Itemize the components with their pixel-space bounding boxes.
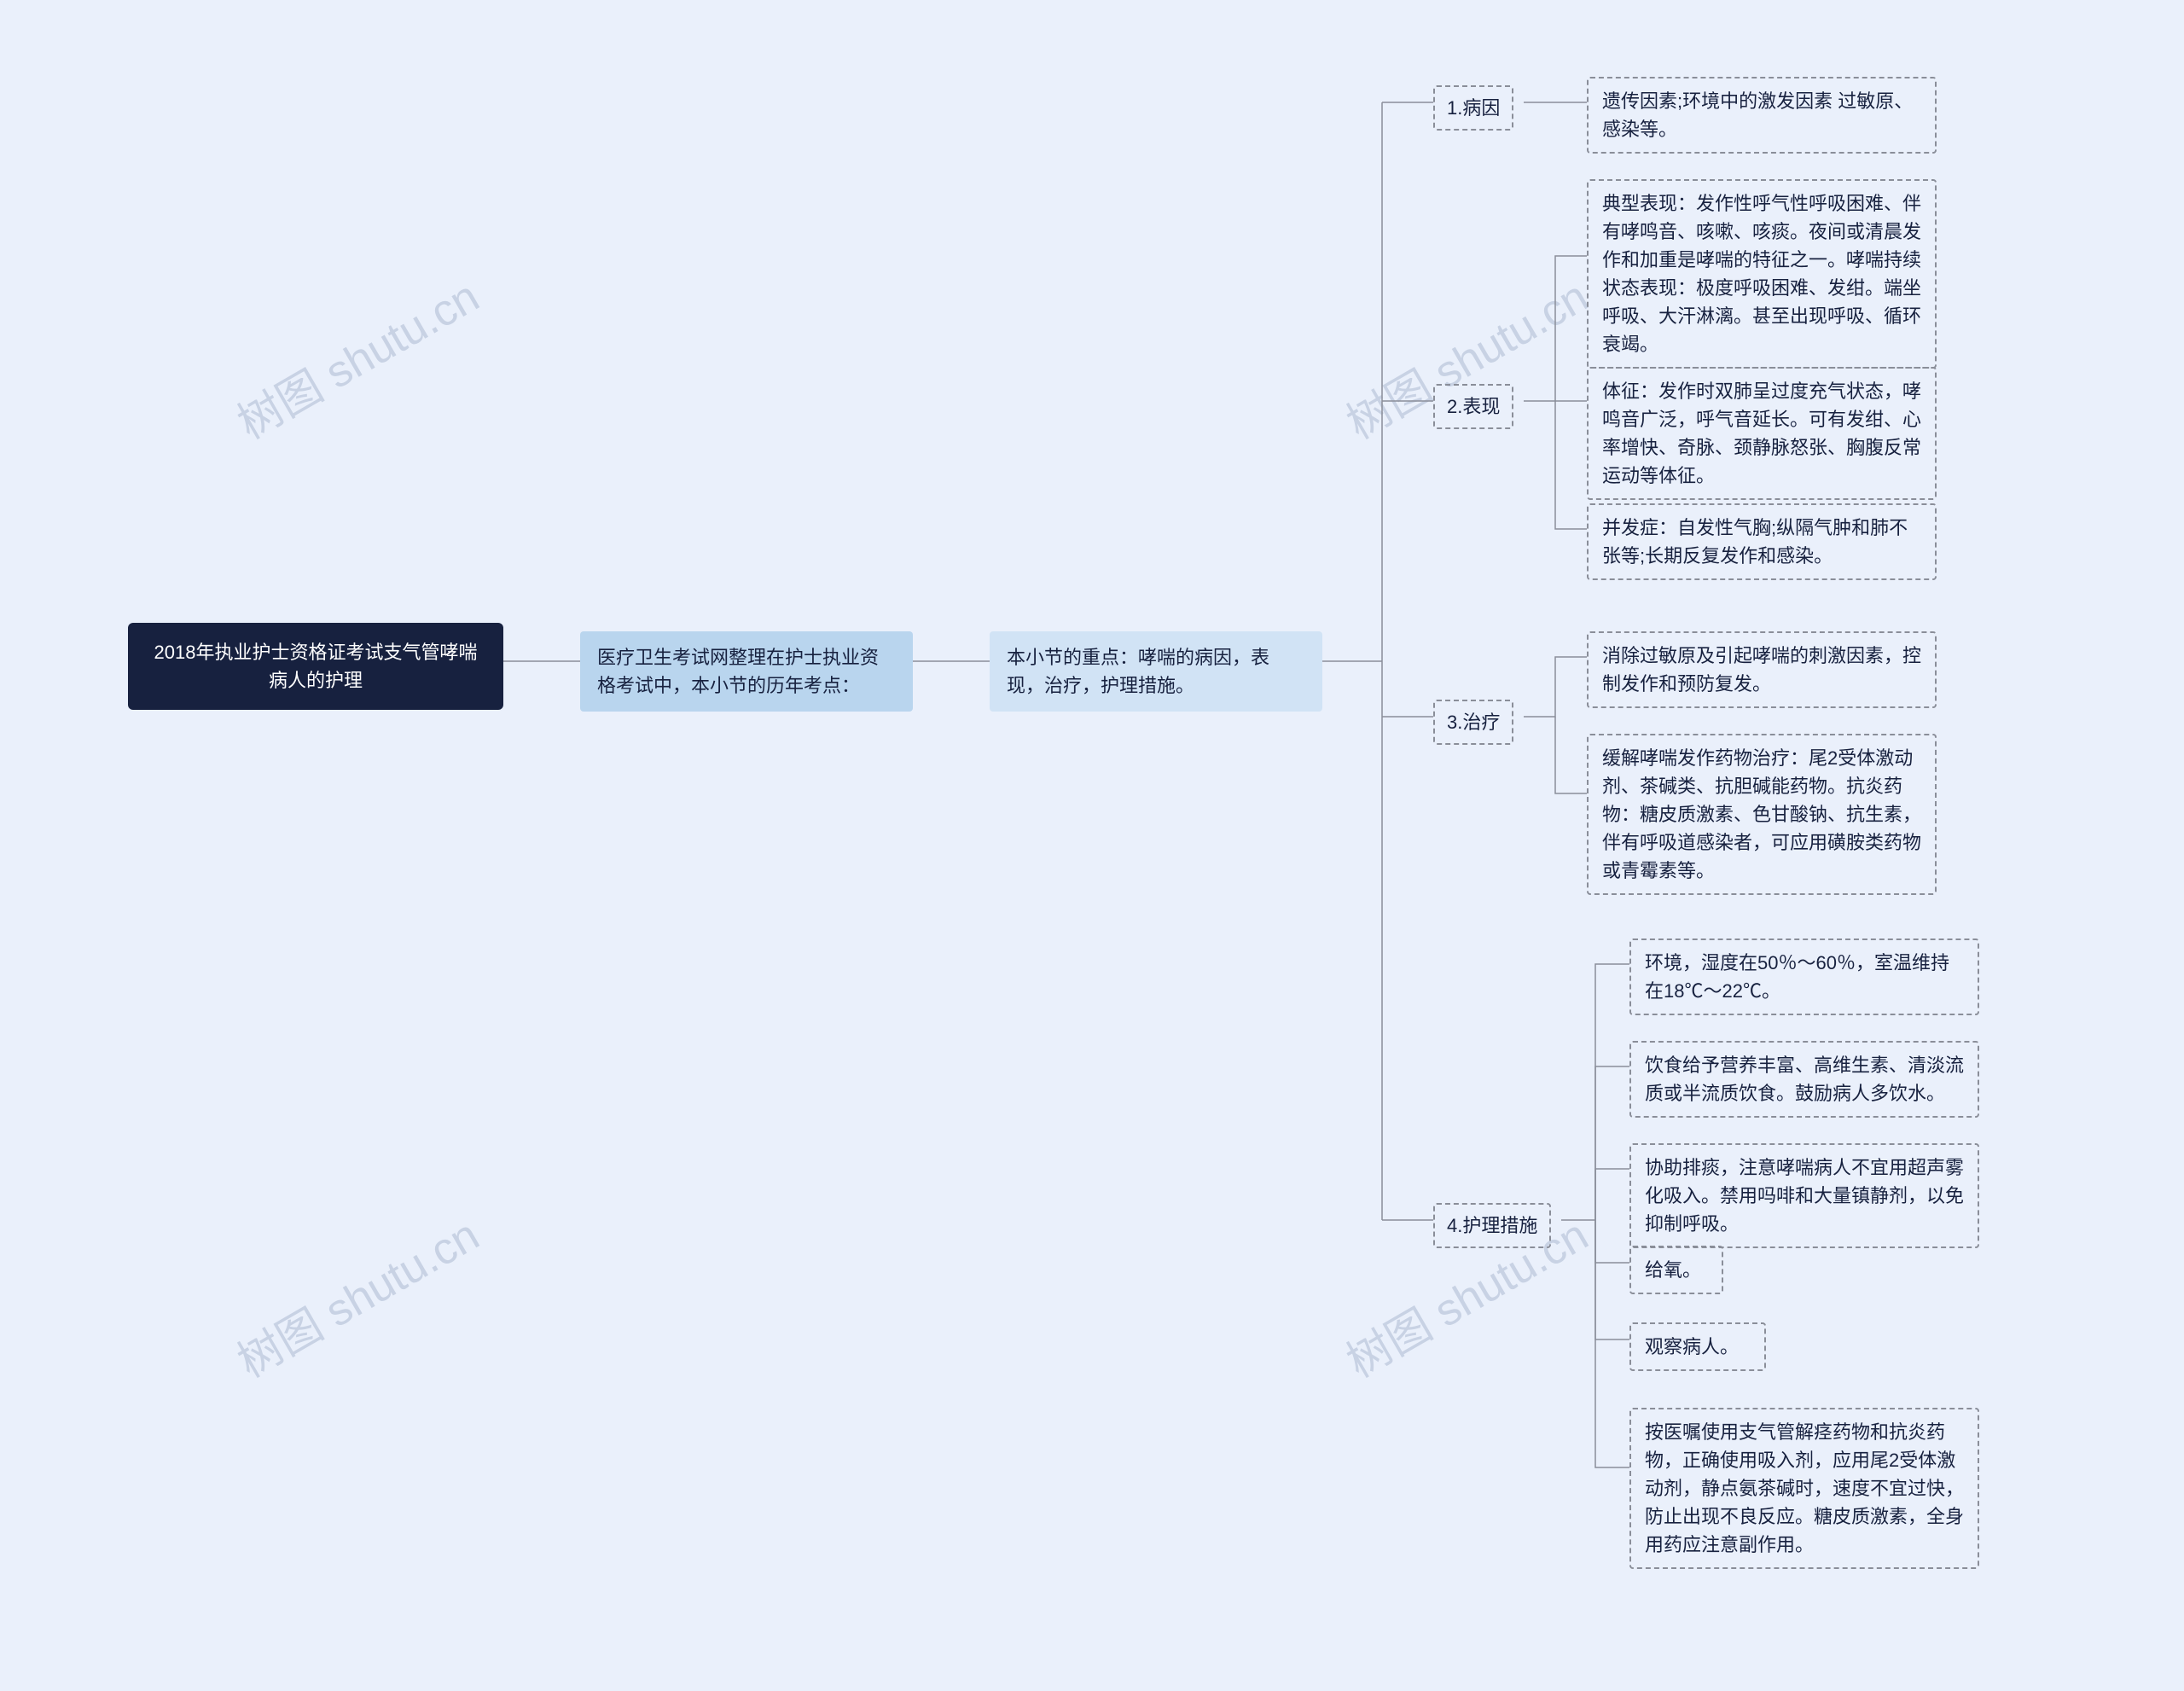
node-intro[interactable]: 医疗卫生考试网整理在护士执业资格考试中，本小节的历年考点： xyxy=(580,631,913,712)
root-title: 2018年执业护士资格证考试支气管哮喘病人的护理 xyxy=(154,642,478,691)
leaf-text: 并发症：自发性气胸;纵隔气肿和肺不张等;长期反复发作和感染。 xyxy=(1602,517,1908,567)
section-nursing[interactable]: 4.护理措施 xyxy=(1433,1203,1551,1248)
leaf-s3-1[interactable]: 缓解哮喘发作药物治疗：尾2受体激动剂、茶碱类、抗胆碱能药物。抗炎药物：糖皮质激素… xyxy=(1587,734,1937,895)
node-intro-text: 医疗卫生考试网整理在护士执业资格考试中，本小节的历年考点： xyxy=(597,647,879,696)
section-treatment-label: 3.治疗 xyxy=(1447,712,1500,733)
leaf-text: 体征：发作时双肺呈过度充气状态，哮鸣音广泛，呼气音延长。可有发绀、心率增快、奇脉… xyxy=(1602,381,1921,486)
leaf-s4-5[interactable]: 按医嘱使用支气管解痉药物和抗炎药物，正确使用吸入剂，应用尾2受体激动剂，静点氨茶… xyxy=(1629,1408,1979,1569)
section-cause-label: 1.病因 xyxy=(1447,97,1500,119)
leaf-s4-3[interactable]: 给氧。 xyxy=(1629,1246,1723,1294)
section-manifest-label: 2.表现 xyxy=(1447,396,1500,417)
leaf-text: 消除过敏原及引起哮喘的刺激因素，控制发作和预防复发。 xyxy=(1602,645,1921,694)
leaf-s4-2[interactable]: 协助排痰，注意哮喘病人不宜用超声雾化吸入。禁用吗啡和大量镇静剂，以免抑制呼吸。 xyxy=(1629,1143,1979,1248)
leaf-text: 饮食给予营养丰富、高维生素、清淡流质或半流质饮食。鼓励病人多饮水。 xyxy=(1645,1055,1964,1104)
section-cause[interactable]: 1.病因 xyxy=(1433,85,1513,131)
leaf-text: 环境，湿度在50％～60％，室温维持在18℃～22℃。 xyxy=(1645,952,1949,1002)
section-nursing-label: 4.护理措施 xyxy=(1447,1215,1537,1236)
leaf-text: 协助排痰，注意哮喘病人不宜用超声雾化吸入。禁用吗啡和大量镇静剂，以免抑制呼吸。 xyxy=(1645,1157,1964,1235)
leaf-text: 典型表现：发作性呼气性呼吸困难、伴有哮鸣音、咳嗽、咳痰。夜间或清晨发作和加重是哮… xyxy=(1602,193,1921,355)
section-treatment[interactable]: 3.治疗 xyxy=(1433,700,1513,745)
leaf-s2-0[interactable]: 典型表现：发作性呼气性呼吸困难、伴有哮鸣音、咳嗽、咳痰。夜间或清晨发作和加重是哮… xyxy=(1587,179,1937,369)
leaf-s2-1[interactable]: 体征：发作时双肺呈过度充气状态，哮鸣音广泛，呼气音延长。可有发绀、心率增快、奇脉… xyxy=(1587,367,1937,500)
node-focus[interactable]: 本小节的重点：哮喘的病因，表现，治疗，护理措施。 xyxy=(990,631,1322,712)
node-focus-text: 本小节的重点：哮喘的病因，表现，治疗，护理措施。 xyxy=(1007,647,1269,696)
leaf-s2-2[interactable]: 并发症：自发性气胸;纵隔气肿和肺不张等;长期反复发作和感染。 xyxy=(1587,503,1937,580)
watermark: 树图 shutu.cn xyxy=(224,261,488,450)
leaf-text: 遗传因素;环境中的激发因素 过敏原、感染等。 xyxy=(1602,90,1913,140)
leaf-s4-4[interactable]: 观察病人。 xyxy=(1629,1322,1766,1371)
leaf-s4-1[interactable]: 饮食给予营养丰富、高维生素、清淡流质或半流质饮食。鼓励病人多饮水。 xyxy=(1629,1041,1979,1118)
leaf-text: 缓解哮喘发作药物治疗：尾2受体激动剂、茶碱类、抗胆碱能药物。抗炎药物：糖皮质激素… xyxy=(1602,747,1921,881)
root-node[interactable]: 2018年执业护士资格证考试支气管哮喘病人的护理 xyxy=(128,623,503,710)
watermark: 树图 shutu.cn xyxy=(224,1200,488,1389)
leaf-text: 观察病人。 xyxy=(1645,1336,1739,1357)
leaf-s1-0[interactable]: 遗传因素;环境中的激发因素 过敏原、感染等。 xyxy=(1587,77,1937,154)
section-manifest[interactable]: 2.表现 xyxy=(1433,384,1513,429)
leaf-text: 按医嘱使用支气管解痉药物和抗炎药物，正确使用吸入剂，应用尾2受体激动剂，静点氨茶… xyxy=(1645,1421,1964,1555)
leaf-s3-0[interactable]: 消除过敏原及引起哮喘的刺激因素，控制发作和预防复发。 xyxy=(1587,631,1937,708)
leaf-text: 给氧。 xyxy=(1645,1259,1701,1281)
leaf-s4-0[interactable]: 环境，湿度在50％～60％，室温维持在18℃～22℃。 xyxy=(1629,938,1979,1015)
